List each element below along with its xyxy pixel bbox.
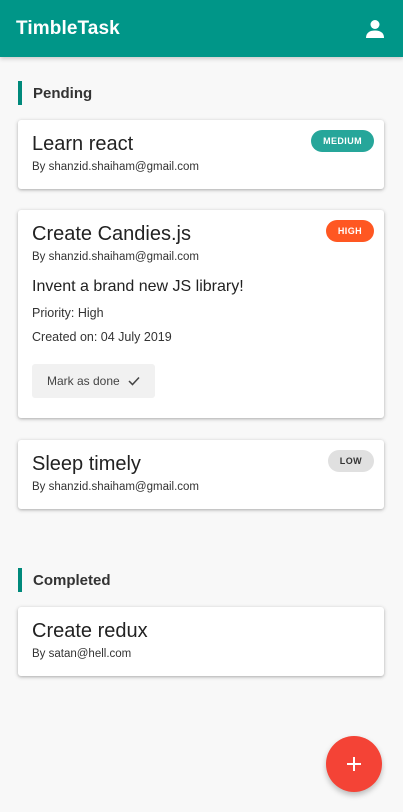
checkmark-icon xyxy=(128,376,140,386)
add-task-fab[interactable] xyxy=(326,736,382,792)
task-created-date: Created on: 04 July 2019 xyxy=(32,330,172,344)
task-title: Create redux xyxy=(32,620,148,642)
mark-as-done-label: Mark as done xyxy=(47,374,120,388)
section-accent-bar xyxy=(18,81,22,105)
task-title: Create Candies.js xyxy=(32,223,191,245)
task-author: By satan@hell.com xyxy=(32,648,132,660)
priority-badge-high: HIGH xyxy=(325,220,374,242)
priority-badge-low: LOW xyxy=(327,450,374,472)
task-card-sleep-timely[interactable]: Sleep timely By shanzid.shaiham@gmail.co… xyxy=(18,440,384,509)
section-title-pending: Pending xyxy=(33,84,93,102)
account-icon xyxy=(366,19,384,38)
task-card-learn-react[interactable]: Learn react By shanzid.shaiham@gmail.com… xyxy=(18,120,384,189)
app-bar: TimbleTask xyxy=(0,0,403,57)
mark-as-done-button[interactable]: Mark as done xyxy=(32,364,155,398)
section-pending: Pending xyxy=(18,81,92,105)
task-title: Sleep timely xyxy=(32,453,141,475)
task-priority: Priority: High xyxy=(32,306,104,320)
task-author: By shanzid.shaiham@gmail.com xyxy=(32,161,199,173)
task-card-create-redux[interactable]: Create redux By satan@hell.com xyxy=(18,607,384,676)
task-description: Invent a brand new JS library! xyxy=(32,278,244,295)
task-card-create-candies[interactable]: Create Candies.js By shanzid.shaiham@gma… xyxy=(18,210,384,418)
task-author: By shanzid.shaiham@gmail.com xyxy=(32,251,199,263)
section-title-completed: Completed xyxy=(33,571,111,589)
section-accent-bar xyxy=(18,568,22,592)
section-completed: Completed xyxy=(18,568,111,592)
app-title: TimbleTask xyxy=(16,17,120,39)
plus-icon xyxy=(347,757,361,771)
priority-badge-medium: MEDIUM xyxy=(311,130,374,152)
task-author: By shanzid.shaiham@gmail.com xyxy=(32,481,199,493)
account-button[interactable] xyxy=(363,17,387,41)
